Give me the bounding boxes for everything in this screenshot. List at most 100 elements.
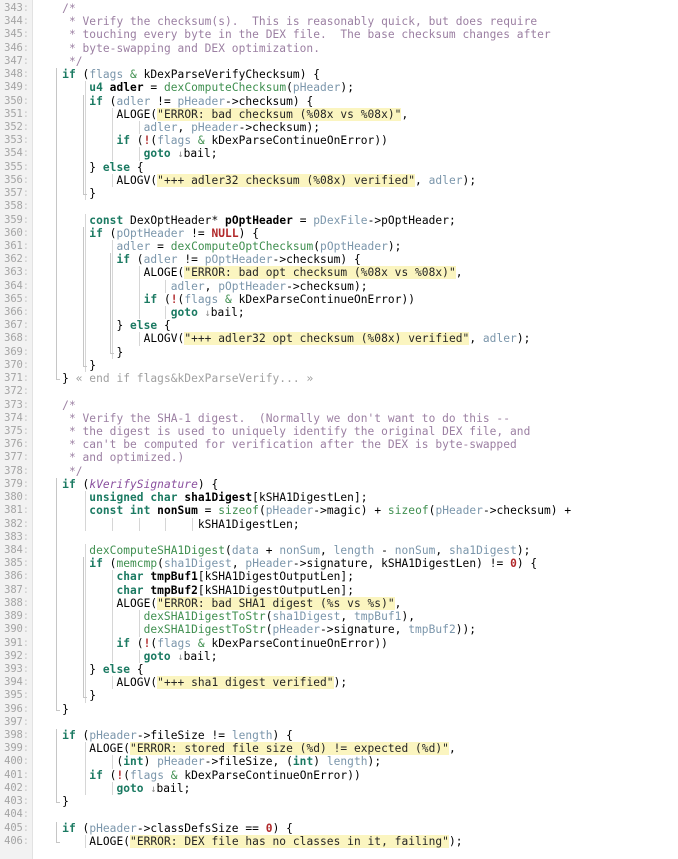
line-number[interactable]: 398:: [0, 729, 32, 742]
code-line[interactable]: } else {: [33, 319, 678, 333]
line-number[interactable]: 393:: [0, 663, 32, 676]
line-number[interactable]: 345:: [0, 28, 32, 41]
line-number[interactable]: 390:: [0, 623, 32, 636]
code-line[interactable]: }: [33, 703, 678, 716]
code-line[interactable]: [33, 531, 678, 544]
line-number[interactable]: 382:: [0, 518, 32, 531]
code-line[interactable]: ALOGE("ERROR: DEX file has no classes in…: [33, 834, 678, 848]
line-number[interactable]: 366:: [0, 306, 32, 319]
code-line[interactable]: adler, pOptHeader->checksum);: [33, 279, 678, 293]
code-fold-bar[interactable]: [55, 821, 57, 843]
code-line[interactable]: if (kVerifySignature) {: [33, 478, 678, 491]
code-line[interactable]: [33, 200, 678, 213]
code-line[interactable]: adler = dexComputeOptChecksum(pOptHeader…: [33, 239, 678, 254]
code-line[interactable]: /*: [33, 2, 678, 15]
code-line[interactable]: if (!(flags & kDexParseContinueOnError)): [33, 636, 678, 650]
code-line[interactable]: /*: [33, 399, 678, 412]
code-fold-bar[interactable]: [55, 729, 57, 803]
line-number[interactable]: 373:: [0, 399, 32, 412]
line-number[interactable]: 353:: [0, 134, 32, 147]
code-line[interactable]: ALOGE("ERROR: bad opt checksum (%08x vs …: [33, 266, 678, 280]
code-line[interactable]: if (pHeader->classDefsSize == 0) {: [33, 822, 678, 835]
line-number[interactable]: 356:: [0, 174, 32, 187]
code-line[interactable]: u4 adler = dexComputeChecksum(pHeader);: [33, 81, 678, 95]
line-number[interactable]: 360:: [0, 227, 32, 240]
code-fold-bar[interactable]: [55, 68, 57, 380]
line-number[interactable]: 404:: [0, 808, 32, 821]
code-line[interactable]: [33, 385, 678, 398]
code-line[interactable]: * Verify the SHA-1 digest. (Normally we …: [33, 412, 678, 425]
line-number[interactable]: 372:: [0, 385, 32, 398]
code-line[interactable]: dexSHA1DigestToStr(sha1Digest, tmpBuf1),: [33, 610, 678, 624]
line-number[interactable]: 349:: [0, 81, 32, 94]
line-number[interactable]: 370:: [0, 359, 32, 372]
code-line[interactable]: if (!(flags & kDexParseContinueOnError)): [33, 292, 678, 307]
line-number[interactable]: 354:: [0, 147, 32, 160]
line-number[interactable]: 383:: [0, 531, 32, 544]
line-number[interactable]: 377:: [0, 451, 32, 464]
line-number[interactable]: 350:: [0, 95, 32, 108]
code-line[interactable]: adler, pHeader->checksum);: [33, 120, 678, 135]
code-line[interactable]: ALOGE("ERROR: bad checksum (%08x vs %08x…: [33, 107, 678, 121]
code-line[interactable]: char tmpBuf1[kSHA1DigestOutputLen];: [33, 570, 678, 584]
code-fold-bar[interactable]: [55, 477, 57, 710]
line-number[interactable]: 348:: [0, 68, 32, 81]
line-number[interactable]: 374:: [0, 412, 32, 425]
code-line[interactable]: dexSHA1DigestToStr(pHeader->signature, t…: [33, 623, 678, 637]
line-number[interactable]: 376:: [0, 438, 32, 451]
line-number[interactable]: 401:: [0, 769, 32, 782]
code-line[interactable]: [33, 716, 678, 729]
code-line[interactable]: if (flags & kDexParseVerifyChecksum) {: [33, 68, 678, 81]
line-number[interactable]: 361:: [0, 240, 32, 253]
code-line[interactable]: } else {: [33, 662, 678, 677]
code-fold-bar[interactable]: [109, 253, 111, 353]
code-line[interactable]: ALOGE("ERROR: bad SHA1 digest (%s vs %s)…: [33, 596, 678, 611]
line-number[interactable]: 368:: [0, 332, 32, 345]
line-number[interactable]: 343:: [0, 2, 32, 15]
line-number[interactable]: 358:: [0, 200, 32, 213]
line-number[interactable]: 346:: [0, 42, 32, 55]
code-line[interactable]: const DexOptHeader* pOptHeader = pDexFil…: [33, 213, 678, 227]
line-number[interactable]: 369:: [0, 346, 32, 359]
code-line[interactable]: kSHA1DigestLen;: [33, 517, 678, 531]
line-number[interactable]: 380:: [0, 491, 32, 504]
line-number[interactable]: 400:: [0, 755, 32, 768]
line-number[interactable]: 387:: [0, 584, 32, 597]
line-number[interactable]: 386:: [0, 570, 32, 583]
line-number[interactable]: 403:: [0, 795, 32, 808]
code-line[interactable]: }: [33, 187, 678, 201]
code-line[interactable]: if (pHeader->fileSize != length) {: [33, 729, 678, 742]
source-code-viewer[interactable]: 343: 344: 345: 346: 347: 348: 349: 350: 351: 352:…: [0, 0, 678, 859]
line-number[interactable]: 392:: [0, 650, 32, 663]
code-line[interactable]: * the digest is used to uniquely identif…: [33, 425, 678, 438]
code-line[interactable]: const int nonSum = sizeof(pHeader->magic…: [33, 504, 678, 518]
code-line[interactable]: if (adler != pHeader->checksum) {: [33, 94, 678, 108]
code-line[interactable]: [33, 808, 678, 821]
code-line[interactable]: if (memcmp(sha1Digest, pHeader->signatur…: [33, 557, 678, 571]
code-line[interactable]: * byte-swapping and DEX optimization.: [33, 42, 678, 55]
code-line[interactable]: */: [33, 55, 678, 68]
line-number[interactable]: 359:: [0, 214, 32, 227]
code-line[interactable]: if (!(flags & kDexParseContinueOnError)): [33, 768, 678, 782]
line-number[interactable]: 394:: [0, 676, 32, 689]
code-line[interactable]: ALOGE("ERROR: stored file size (%d) != e…: [33, 742, 678, 756]
line-number[interactable]: 351:: [0, 108, 32, 121]
code-line[interactable]: if (!(flags & kDexParseContinueOnError)): [33, 134, 678, 148]
line-number[interactable]: 381:: [0, 504, 32, 517]
code-line[interactable]: goto ↓bail;: [33, 306, 678, 320]
line-number[interactable]: 405:: [0, 822, 32, 835]
line-number[interactable]: 375:: [0, 425, 32, 438]
line-number[interactable]: 365:: [0, 293, 32, 306]
code-content-area[interactable]: /* * Verify the checksum(s). This is rea…: [33, 0, 678, 859]
line-number[interactable]: 402:: [0, 782, 32, 795]
code-line[interactable]: goto ↓bail;: [33, 147, 678, 161]
code-line[interactable]: unsigned char sha1Digest[kSHA1DigestLen]…: [33, 491, 678, 505]
code-line[interactable]: } « end if flags&kDexParseVerify... »: [33, 372, 678, 385]
code-fold-bar[interactable]: [82, 226, 84, 367]
line-number-gutter[interactable]: 343: 344: 345: 346: 347: 348: 349: 350: 351: 352:…: [0, 0, 33, 859]
code-line[interactable]: goto ↓bail;: [33, 781, 678, 796]
line-number[interactable]: 388:: [0, 597, 32, 610]
line-number[interactable]: 362:: [0, 253, 32, 266]
code-line[interactable]: ALOGV("+++ sha1 digest verified");: [33, 676, 678, 690]
line-number[interactable]: 364:: [0, 280, 32, 293]
